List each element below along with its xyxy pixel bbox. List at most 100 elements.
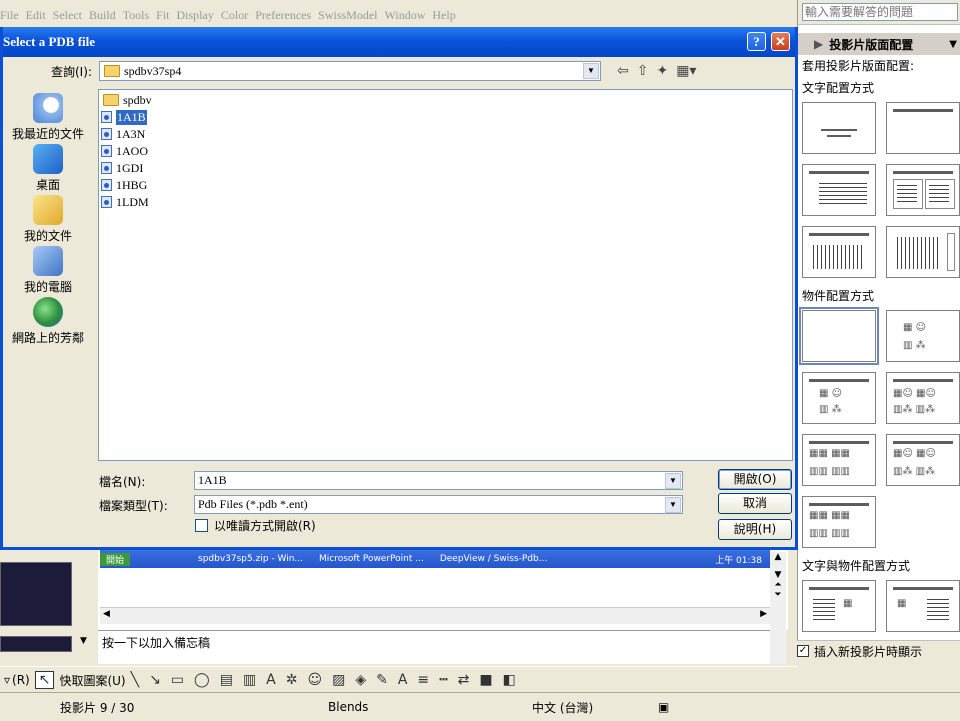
layout-two-columns[interactable] (886, 164, 960, 216)
file-list[interactable]: spdbv 1A1B 1A3N 1AOO 1GDI 1HBG 1LDM (98, 89, 793, 461)
layout-four-content-3[interactable]: ▦▦ ▦▦ ▥▥ ▥▥ (802, 496, 876, 548)
3d-icon[interactable]: ◧ (503, 672, 516, 688)
arrow-icon[interactable]: ↘ (149, 672, 161, 688)
menu-window[interactable]: Window (385, 8, 433, 23)
list-item[interactable]: 1A3N (101, 126, 145, 142)
list-item-selected[interactable]: 1A1B (101, 108, 148, 126)
taskbar-item-zip[interactable]: spdbv37sp5.zip - Win... (198, 554, 303, 564)
wordart-icon[interactable]: A (266, 672, 276, 688)
scroll-left-icon[interactable]: ◀ (103, 609, 110, 619)
chevron-down-icon[interactable]: ▼ (665, 497, 681, 513)
vertical-scrollbar[interactable]: ▲ ▼ ⏶ ⏷ (770, 552, 786, 630)
fill-color-icon[interactable]: ◈ (355, 672, 366, 688)
layout-title-content-2[interactable]: ▦ ☺ ▥ ⁂ (802, 372, 876, 424)
menu-edit[interactable]: Edit (26, 8, 53, 23)
taskbar-item-powerpoint[interactable]: Microsoft PowerPoint ... (319, 554, 424, 564)
menu-file[interactable]: File (0, 8, 26, 23)
layout-title-slide[interactable] (802, 102, 876, 154)
slide-thumbnail[interactable] (0, 636, 72, 652)
readonly-option[interactable]: 以唯讀方式開啟(R) (195, 517, 316, 534)
filename-input[interactable]: 1A1B ▼ (194, 471, 683, 490)
place-my-documents[interactable]: 我的文件 (3, 195, 93, 244)
menu-build[interactable]: Build (89, 8, 123, 23)
view-icon[interactable]: ▿ (4, 673, 10, 687)
next-slide-icon[interactable]: ⏷ (770, 590, 786, 600)
close-icon[interactable]: ✕ (771, 32, 790, 51)
menu-fit[interactable]: Fit (156, 8, 176, 23)
layout-text-content[interactable]: ▦ (802, 580, 876, 632)
layout-title-text[interactable] (802, 164, 876, 216)
layout-four-content[interactable]: ▦▦ ▦▦ ▥▥ ▥▥ (802, 434, 876, 486)
start-button[interactable]: 開始 (100, 552, 131, 566)
layout-vertical-title-text[interactable] (886, 226, 960, 278)
help-icon[interactable]: ? (747, 32, 766, 51)
lookin-dropdown[interactable]: spdbv37sp4 ▼ (99, 61, 601, 81)
readonly-checkbox[interactable] (195, 519, 208, 532)
list-item[interactable]: 1GDI (101, 160, 143, 176)
diagram-icon[interactable]: ✲ (286, 672, 298, 688)
scroll-right-icon[interactable]: ▶ (760, 609, 767, 619)
oval-icon[interactable]: ◯ (194, 672, 210, 688)
layout-content-text[interactable]: ▦ (886, 580, 960, 632)
filetype-select[interactable]: Pdb Files (*.pdb *.ent) ▼ (194, 495, 683, 514)
place-network[interactable]: 網路上的芳鄰 (3, 297, 93, 346)
list-item[interactable]: spdbv (101, 92, 152, 108)
select-arrow-icon[interactable]: ↖ (34, 671, 55, 689)
menu-preferences[interactable]: Preferences (255, 8, 318, 23)
nav-forward-icon[interactable]: ▶ (798, 37, 829, 51)
layout-title-content[interactable]: ▦ ☺ ▥ ⁂ (886, 310, 960, 362)
menu-help[interactable]: Help (432, 8, 462, 23)
menu-tools[interactable]: Tools (123, 8, 157, 23)
rectangle-icon[interactable]: ▭ (171, 672, 184, 688)
textbox-icon[interactable]: ▤ (220, 672, 233, 688)
open-button[interactable]: 開啟(O) (718, 469, 792, 490)
font-color-icon[interactable]: A (398, 672, 408, 688)
scroll-down-icon[interactable]: ▼ (770, 570, 786, 580)
line-style-icon[interactable]: ≡ (417, 672, 429, 688)
chevron-down-icon[interactable]: ▼ (949, 39, 957, 50)
dash-style-icon[interactable]: ┅ (439, 672, 447, 688)
clipart-icon[interactable]: ☺ (307, 672, 322, 688)
arrow-style-icon[interactable]: ⇄ (458, 672, 470, 688)
autoshapes-menu[interactable]: 快取圖案(U) (59, 672, 125, 689)
layout-two-content[interactable]: ▦☺ ▦☺ ▥⁂ ▥⁂ (886, 372, 960, 424)
insert-show-checkbox[interactable]: ✓ (797, 645, 809, 657)
notes-scrollbar[interactable] (770, 630, 786, 664)
list-item[interactable]: 1AOO (101, 143, 148, 159)
menu-color[interactable]: Color (221, 8, 255, 23)
chevron-down-icon[interactable]: ▼ (583, 63, 599, 79)
new-folder-icon[interactable]: ✦ (656, 63, 668, 79)
line-color-icon[interactable]: ✎ (376, 672, 388, 688)
place-my-computer[interactable]: 我的電腦 (3, 246, 93, 295)
menu-select[interactable]: Select (53, 8, 89, 23)
layout-four-content-2[interactable]: ▦☺ ▦☺ ▥⁂ ▥⁂ (886, 434, 960, 486)
prev-slide-icon[interactable]: ⏶ (770, 580, 786, 590)
menu-display[interactable]: Display (177, 8, 221, 23)
layout-title-only[interactable] (886, 102, 960, 154)
layout-title-vertical-text[interactable] (802, 226, 876, 278)
line-icon[interactable]: ╲ (131, 672, 139, 688)
dialog-titlebar[interactable]: Select a PDB file ? ✕ (3, 27, 795, 57)
taskbar-item-deepview[interactable]: DeepView / Swiss-Pdb... (440, 554, 547, 564)
cancel-button[interactable]: 取消 (718, 493, 792, 514)
up-folder-icon[interactable]: ⇧ (637, 63, 649, 79)
back-arrow-icon[interactable]: ⇦ (617, 63, 629, 79)
list-item[interactable]: 1LDM (101, 194, 149, 210)
insert-show-option[interactable]: ✓ 插入新投影片時顯示 (797, 640, 960, 661)
place-recent[interactable]: 我最近的文件 (3, 93, 93, 142)
horizontal-scrollbar[interactable]: ◀ ▶ (100, 607, 770, 624)
notes-pane[interactable]: 按一下以加入備忘稿 (98, 630, 770, 664)
list-item[interactable]: 1HBG (101, 177, 147, 193)
scroll-up-icon[interactable]: ▲ (770, 552, 786, 562)
vertical-textbox-icon[interactable]: ▥ (243, 672, 256, 688)
help-search-input[interactable] (802, 3, 958, 21)
draw-menu[interactable]: (R) (12, 673, 30, 687)
place-desktop[interactable]: 桌面 (3, 144, 93, 193)
scroll-down-icon[interactable]: ▼ (80, 636, 87, 646)
layout-blank[interactable] (799, 307, 879, 365)
picture-icon[interactable]: ▨ (332, 672, 345, 688)
shadow-icon[interactable]: ■ (479, 672, 492, 688)
slide-thumbnail[interactable] (0, 562, 72, 626)
menu-swissmodel[interactable]: SwissModel (318, 8, 384, 23)
chevron-down-icon[interactable]: ▼ (665, 473, 681, 489)
